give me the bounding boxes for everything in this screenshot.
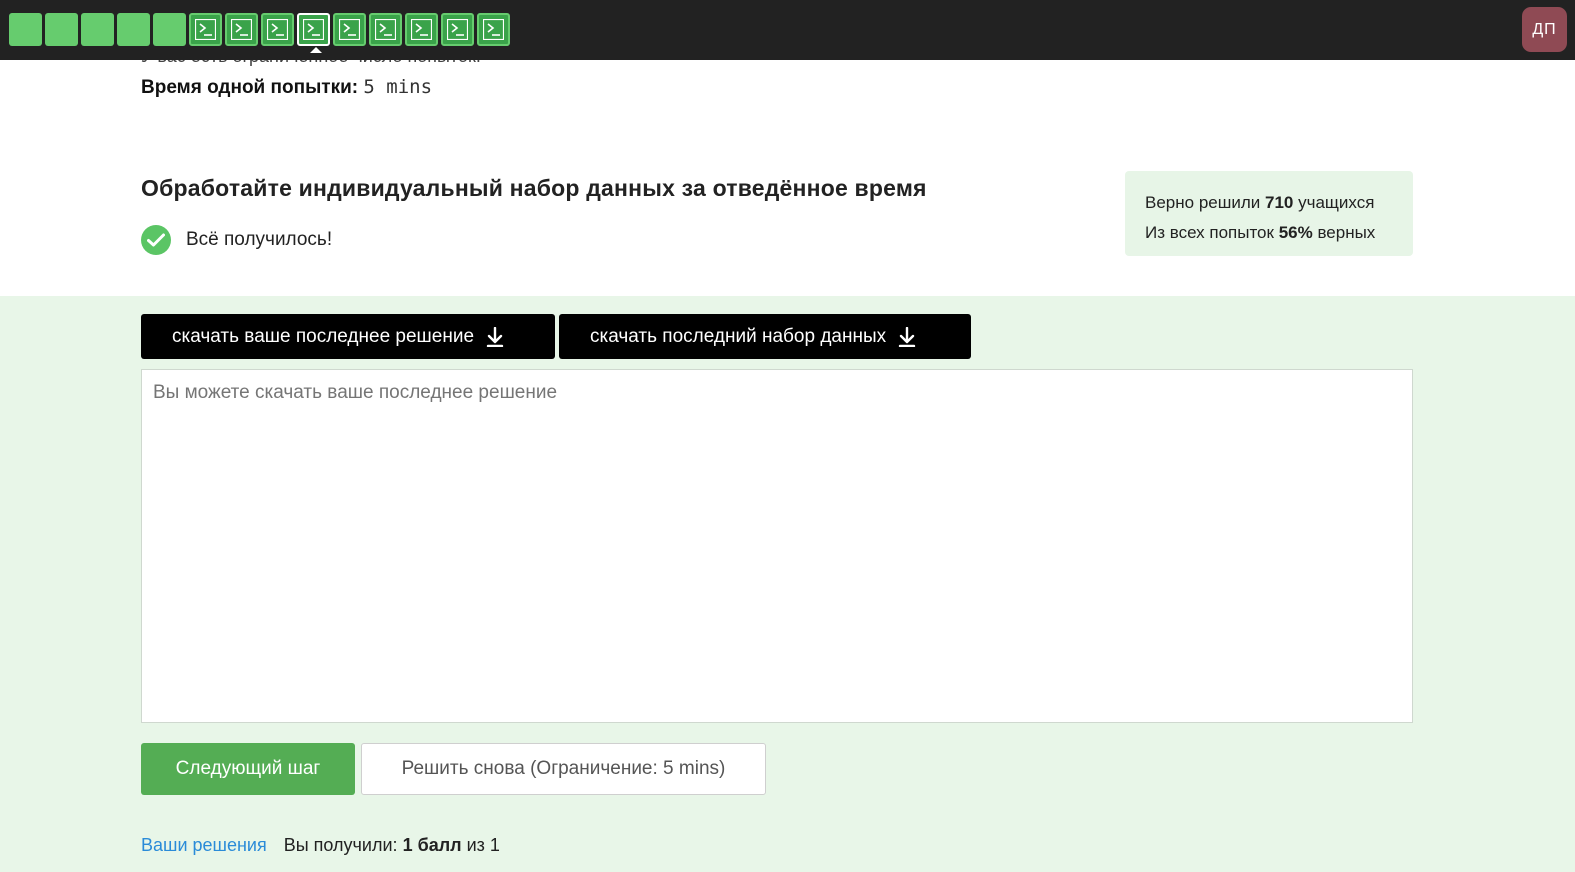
top-navigation-bar: ДП [0,0,1575,60]
attempt-time-value: 5 mins [363,76,433,98]
step-11[interactable] [369,13,402,46]
step-7[interactable] [225,13,258,46]
step-12[interactable] [405,13,438,46]
score-value: 1 балл [402,835,462,855]
solved-prefix: Верно решили [1145,193,1261,212]
step-13[interactable] [441,13,474,46]
answer-textarea[interactable] [141,369,1413,723]
terminal-icon [303,19,324,40]
download-dataset-label: скачать последний набор данных [590,325,887,347]
step-2[interactable] [45,13,78,46]
task-stats: Верно решили 710 учащихся Из всех попыто… [1125,171,1413,256]
score-prefix: Вы получили: [283,835,398,855]
attempts-prefix: Из всех попыток [1145,223,1274,242]
step-4[interactable] [117,13,150,46]
terminal-icon [375,19,396,40]
check-circle-icon [141,225,171,255]
terminal-icon [483,19,504,40]
success-status-text: Всё получилось! [186,229,333,250]
terminal-icon [339,19,360,40]
terminal-icon [231,19,252,40]
terminal-icon [447,19,468,40]
terminal-icon [267,19,288,40]
task-title: Обработайте индивидуальный набор данных … [141,175,927,201]
step-10[interactable] [333,13,366,46]
terminal-icon [411,19,432,40]
solved-suffix: учащихся [1298,193,1375,212]
attempts-stat: Из всех попыток 56% верных [1145,218,1393,248]
download-solution-button[interactable]: скачать ваше последнее решение [141,314,555,359]
submission-footer: Ваши решения Вы получили: 1 балл из 1 [141,835,500,856]
step-8[interactable] [261,13,294,46]
attempts-suffix: верных [1317,223,1376,242]
step-1[interactable] [9,13,42,46]
score-suffix: из 1 [466,835,500,855]
step-14[interactable] [477,13,510,46]
step-3[interactable] [81,13,114,46]
download-solution-label: скачать ваше последнее решение [172,325,475,347]
download-icon [898,326,916,347]
attempt-time: Время одной попытки: 5 mins [141,76,432,99]
attempts-percent: 56% [1278,223,1313,242]
download-dataset-button[interactable]: скачать последний набор данных [559,314,971,359]
your-solutions-link[interactable]: Ваши решения [141,835,267,856]
attempt-time-label: Время одной попытки: [141,77,359,98]
solved-stat: Верно решили 710 учащихся [1145,188,1393,218]
score-text: Вы получили: 1 балл из 1 [284,835,500,856]
step-6[interactable] [189,13,222,46]
terminal-icon [195,19,216,40]
retry-button[interactable]: Решить снова (Ограничение: 5 mins) [361,743,766,795]
next-step-button[interactable]: Следующий шаг [141,743,355,795]
solved-count: 710 [1265,193,1294,212]
lesson-steps [9,13,510,53]
step-5[interactable] [153,13,186,46]
success-status: Всё получилось! [141,225,332,255]
download-icon [486,326,504,347]
step-9[interactable] [297,13,330,53]
user-avatar[interactable]: ДП [1522,7,1567,52]
